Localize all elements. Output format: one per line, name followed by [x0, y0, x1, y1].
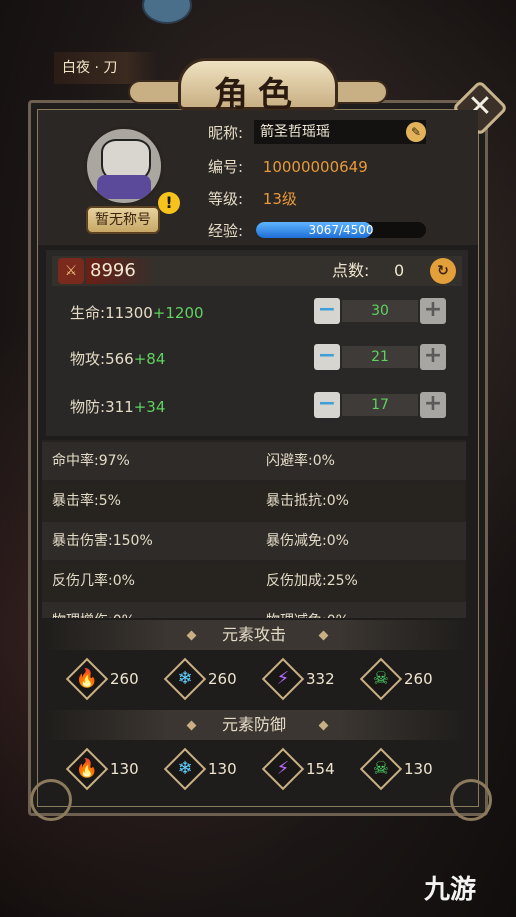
exp-text: 3067/4500	[308, 223, 374, 237]
attr-cell: 物理增伤:0%	[52, 602, 135, 618]
def-plus-button[interactable]: +	[420, 392, 446, 418]
hp-alloc-value: 30	[342, 300, 418, 322]
lightning-glyph-icon: ⚡	[276, 668, 290, 689]
def-minus-button[interactable]: −	[314, 392, 340, 418]
skull-glyph-icon: ☠	[372, 668, 390, 689]
stat-atk-label: 物攻	[70, 350, 101, 368]
nickname-row: 昵称:	[208, 122, 258, 143]
level-row: 等级: 13级	[208, 188, 297, 209]
attr-cell: 暴击率:5%	[52, 493, 121, 509]
reset-points-button[interactable]: ↻	[430, 258, 456, 284]
attack-lightning-value: 332	[306, 670, 335, 688]
attr-row: 暴击伤害:150% 暴伤减免:0%	[42, 522, 466, 560]
id-value: 10000000649	[262, 158, 368, 176]
nickname-field[interactable]: 箭圣哲瑶瑶	[254, 120, 426, 144]
edit-name-icon[interactable]: ✎	[406, 122, 426, 142]
attributes-list[interactable]: 命中率:97% 闪避率:0% 暴击率:5% 暴击抵抗:0% 暴击伤害:150% …	[42, 440, 466, 618]
rank-title-badge[interactable]: 暂无称号	[86, 206, 160, 234]
def-alloc-value: 17	[342, 394, 418, 416]
exp-bar: 3067/4500	[256, 222, 426, 238]
alert-icon[interactable]: !	[158, 192, 180, 214]
level-value: 13级	[262, 190, 297, 208]
power-value: 8996	[90, 260, 136, 281]
attr-row: 命中率:97% 闪避率:0%	[42, 442, 466, 480]
fire-glyph-icon: 🔥	[75, 758, 99, 779]
avatar[interactable]	[84, 126, 164, 206]
avatar-scarf	[97, 175, 151, 199]
attr-row: 暴击率:5% 暴击抵抗:0%	[42, 482, 466, 520]
attr-cell: 暴击抵抗:0%	[266, 493, 349, 509]
stat-hp: 生命:11300+1200	[70, 302, 204, 323]
attr-cell: 暴伤减免:0%	[266, 533, 349, 549]
attr-cell: 暴击伤害:150%	[52, 533, 153, 549]
page-title: 角色	[214, 75, 302, 115]
id-label: 编号:	[208, 158, 244, 176]
watermark-logo: 九游	[424, 875, 477, 905]
atk-plus-button[interactable]: +	[420, 344, 446, 370]
attr-row: 物理增伤:0% 物理减免:0%	[42, 602, 466, 618]
attr-cell: 反伤几率:0%	[52, 573, 135, 589]
fire-glyph-icon: 🔥	[75, 668, 99, 689]
title-plate: 角色	[178, 58, 338, 115]
stat-def-bonus: +34	[133, 398, 166, 416]
element-defense-header: 元素防御	[42, 710, 466, 740]
exp-row: 经验:	[208, 220, 258, 241]
level-label: 等级:	[208, 190, 244, 208]
stat-atk: 物攻:566+84	[70, 348, 165, 369]
skull-glyph-icon: ☠	[372, 758, 390, 779]
sword-power-icon: ⚔	[58, 258, 84, 284]
nickname-label: 昵称:	[208, 124, 244, 142]
stat-def: 物防:311+34	[70, 396, 165, 417]
atk-alloc-value: 21	[342, 346, 418, 368]
title-banner: 角色	[128, 54, 388, 115]
points-label: 点数:	[332, 261, 370, 280]
lightning-glyph-icon: ⚡	[276, 758, 290, 779]
defense-ice-value: 130	[208, 760, 237, 778]
defense-lightning-value: 154	[306, 760, 335, 778]
ice-glyph-icon: ❄	[177, 758, 193, 779]
stat-hp-label: 生命	[70, 304, 101, 322]
atk-minus-button[interactable]: −	[314, 344, 340, 370]
attr-cell: 物理减免:0%	[266, 602, 349, 618]
defense-poison-value: 130	[404, 760, 433, 778]
attr-cell: 命中率:97%	[52, 453, 130, 469]
ice-glyph-icon: ❄	[177, 668, 193, 689]
hp-minus-button[interactable]: −	[314, 298, 340, 324]
id-row: 编号: 10000000649	[208, 156, 368, 177]
attack-poison-value: 260	[404, 670, 433, 688]
corner-ornament-left	[30, 779, 72, 821]
hp-plus-button[interactable]: +	[420, 298, 446, 324]
attack-fire-value: 260	[110, 670, 139, 688]
corner-ornament-right	[450, 779, 492, 821]
stat-atk-base: :566	[100, 350, 134, 368]
attr-cell: 闪避率:0%	[266, 453, 335, 469]
exp-label: 经验:	[208, 222, 244, 240]
attr-cell: 反伤加成:25%	[266, 573, 358, 589]
attr-row: 反伤几率:0% 反伤加成:25%	[42, 562, 466, 600]
stat-hp-base: :11300	[100, 304, 153, 322]
attack-ice-value: 260	[208, 670, 237, 688]
stat-hp-bonus: +1200	[152, 304, 204, 322]
points-value: 0	[394, 261, 405, 280]
stat-def-base: :311	[100, 398, 134, 416]
defense-fire-value: 130	[110, 760, 139, 778]
stat-atk-bonus: +84	[133, 350, 166, 368]
stat-def-label: 物防	[70, 398, 101, 416]
element-attack-header: 元素攻击	[42, 620, 466, 650]
